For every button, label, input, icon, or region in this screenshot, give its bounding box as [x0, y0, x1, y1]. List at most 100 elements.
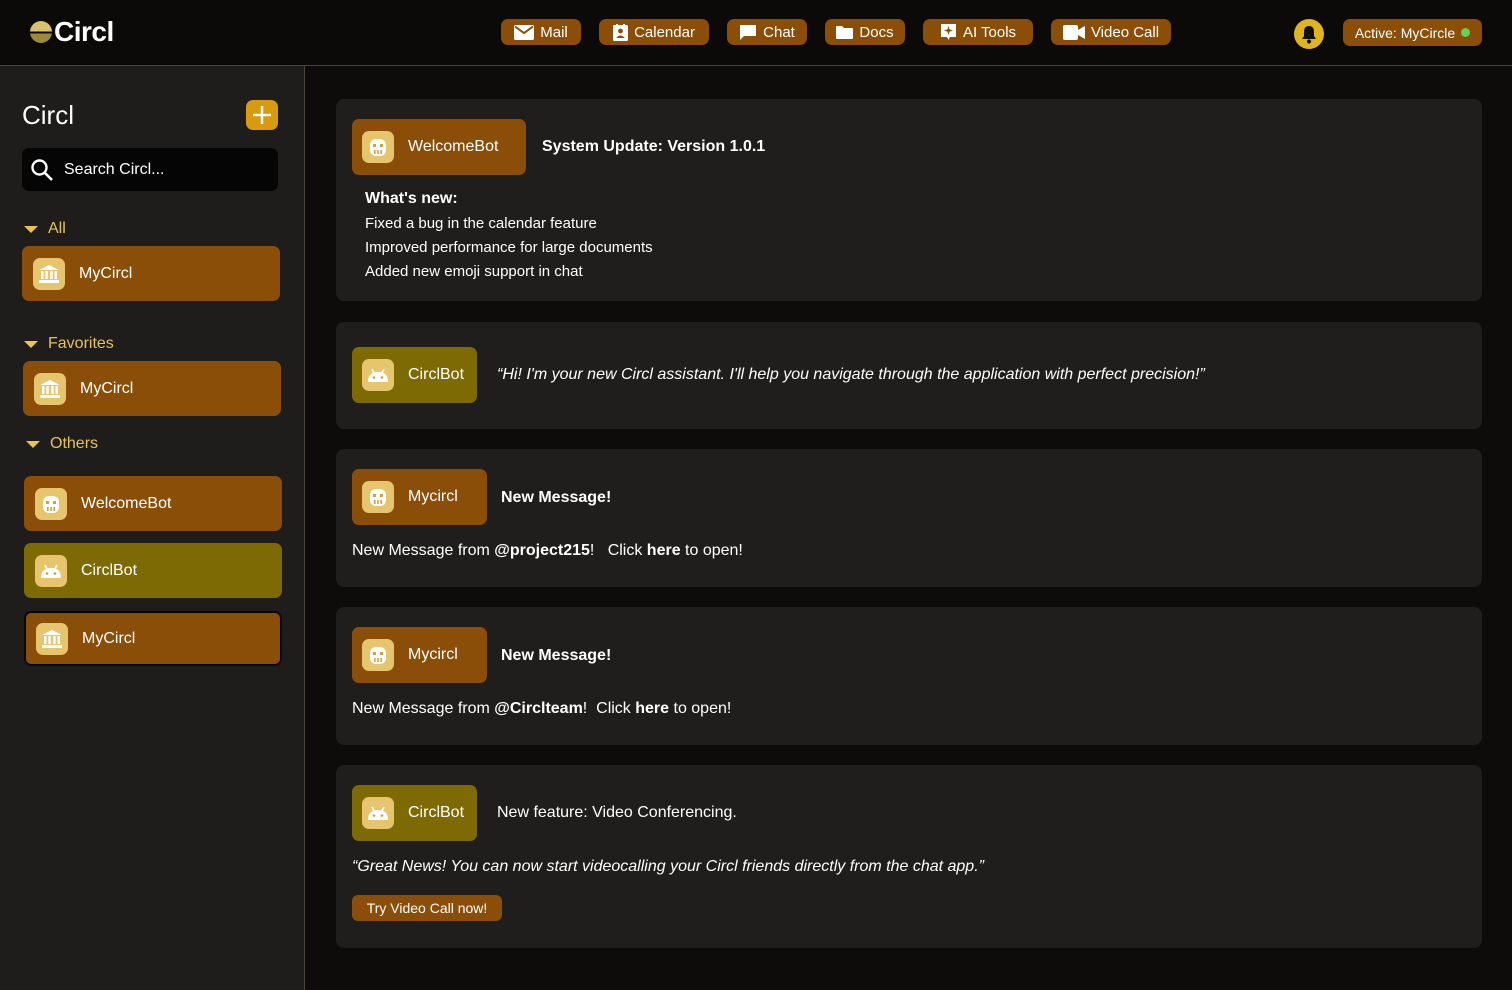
sender-chip-circlbot[interactable]: CirclBot: [352, 347, 477, 403]
folder-icon: [836, 25, 854, 39]
video-icon: [1062, 24, 1085, 40]
search-icon: [31, 158, 53, 181]
nav-calendar-label: Calendar: [634, 23, 695, 41]
sidebar-item-label: MyCircl: [80, 379, 134, 397]
nav-docs-label: Docs: [859, 23, 894, 41]
feed-card-video-feature: CirclBot New feature: Video Conferencing…: [336, 765, 1482, 948]
app-logo[interactable]: Circl: [30, 16, 114, 48]
sidebar: Circl All MyCircl Favorites MyCircl Othe…: [0, 66, 305, 990]
nav-ai-tools-button[interactable]: AI Tools: [923, 19, 1033, 45]
sender-name: CirclBot: [408, 366, 465, 383]
chat-icon: [740, 24, 757, 40]
message-line: New Message from @Circlteam! Click here …: [352, 700, 731, 718]
nav-video-call-label: Video Call: [1090, 23, 1160, 41]
sender-name: Mycircl: [408, 488, 458, 505]
section-favorites-toggle[interactable]: Favorites: [24, 335, 114, 353]
bank-icon: [36, 622, 68, 655]
sidebar-item-label: MyCircl: [82, 629, 136, 647]
message-prefix: New Message from: [352, 542, 495, 559]
active-status-badge[interactable]: Active: MyCircle: [1343, 19, 1482, 46]
robot-face-icon: [362, 131, 394, 163]
sender-name: CirclBot: [408, 804, 465, 821]
caret-down-icon: [26, 440, 40, 448]
top-bar: Circl Mail Calendar Chat Docs AI Tools V…: [0, 0, 1512, 66]
feed-card-new-message-2: Mycircl New Message! New Message from @C…: [336, 607, 1482, 745]
nav-mail-label: Mail: [540, 23, 568, 41]
section-favorites-label: Favorites: [48, 335, 114, 352]
nav-ai-tools-label: AI Tools: [962, 23, 1017, 41]
assistant-quote: “Hi! I'm your new Circl assistant. I'll …: [497, 366, 1205, 383]
search-bar[interactable]: [22, 148, 278, 191]
sidebar-item-label: MyCircl: [79, 264, 133, 282]
update-item: Fixed a bug in the calendar feature: [365, 215, 597, 232]
sidebar-title: Circl: [22, 100, 74, 130]
add-circl-button[interactable]: [246, 100, 278, 130]
sender-chip-welcomebot[interactable]: WelcomeBot: [352, 119, 526, 175]
try-video-call-button[interactable]: Try Video Call now!: [352, 895, 502, 921]
search-input[interactable]: [64, 160, 264, 179]
android-icon: [362, 359, 394, 391]
nav-chat-label: Chat: [763, 23, 795, 41]
nav-video-call-button[interactable]: Video Call: [1051, 19, 1171, 45]
robot-face-icon: [35, 487, 67, 520]
card-title: New feature: Video Conferencing.: [497, 804, 737, 821]
message-suffix: to open!: [669, 700, 732, 717]
logo-text: Circl: [54, 16, 114, 47]
feature-quote: “Great News! You can now start videocall…: [352, 858, 984, 875]
caret-down-icon: [24, 340, 38, 348]
bank-icon: [33, 257, 65, 290]
sender-name: WelcomeBot: [408, 138, 499, 155]
nav-chat-button[interactable]: Chat: [727, 19, 807, 45]
sidebar-item-label: CirclBot: [81, 561, 138, 579]
status-dot-icon: [1461, 28, 1471, 37]
logo-mark-icon: [30, 21, 52, 43]
sender-handle: @Circlteam: [494, 700, 583, 717]
message-mid: ! Click: [589, 542, 647, 559]
sender-chip-mycircl[interactable]: Mycircl: [352, 627, 487, 683]
section-all-toggle[interactable]: All: [24, 220, 66, 238]
feed-card-circlbot-intro: CirclBot “Hi! I'm your new Circl assista…: [336, 322, 1482, 429]
message-mid: ! Click: [582, 700, 636, 717]
open-message-link[interactable]: here: [635, 700, 669, 717]
bank-icon: [34, 372, 66, 405]
update-item: Added new emoji support in chat: [365, 263, 583, 280]
update-item: Improved performance for large documents: [365, 239, 653, 256]
sidebar-item-favorites-mycircl[interactable]: MyCircl: [23, 361, 281, 416]
feed-card-system-update: WelcomeBot System Update: Version 1.0.1 …: [336, 99, 1482, 301]
section-others-label: Others: [50, 435, 99, 452]
card-title: New Message!: [501, 489, 612, 506]
nav-mail-button[interactable]: Mail: [501, 19, 581, 45]
active-status-label: Active: MyCircle: [1354, 24, 1456, 41]
message-prefix: New Message from: [352, 700, 495, 717]
section-others-toggle[interactable]: Others: [26, 435, 98, 453]
message-suffix: to open!: [680, 542, 743, 559]
sidebar-item-others-mycircl[interactable]: MyCircl: [24, 611, 282, 666]
section-all-label: All: [48, 220, 66, 237]
android-icon: [35, 554, 67, 587]
plus-icon: [253, 106, 271, 124]
card-title: System Update: Version 1.0.1: [542, 138, 766, 155]
sender-chip-circlbot[interactable]: CirclBot: [352, 785, 477, 841]
ai-tools-icon: [940, 24, 956, 40]
sidebar-item-welcomebot[interactable]: WelcomeBot: [24, 476, 282, 531]
sidebar-item-all-mycircl[interactable]: MyCircl: [22, 246, 280, 301]
message-line: New Message from @project215! Click here…: [352, 542, 743, 560]
sender-chip-mycircl[interactable]: Mycircl: [352, 469, 487, 525]
sidebar-item-label: WelcomeBot: [81, 494, 172, 512]
nav-calendar-button[interactable]: Calendar: [599, 19, 709, 45]
notifications-button[interactable]: [1294, 19, 1324, 49]
calendar-icon: [613, 23, 629, 41]
whats-new-heading: What's new:: [365, 190, 458, 207]
bell-icon: [1302, 25, 1316, 43]
sender-handle: @project215: [494, 542, 590, 559]
mail-icon: [514, 24, 535, 40]
robot-face-icon: [362, 481, 394, 513]
robot-face-icon: [362, 639, 394, 671]
nav-docs-button[interactable]: Docs: [825, 19, 905, 45]
feed-card-new-message-1: Mycircl New Message! New Message from @p…: [336, 449, 1482, 587]
sidebar-item-circlbot[interactable]: CirclBot: [24, 543, 282, 598]
caret-down-icon: [24, 225, 38, 233]
open-message-link[interactable]: here: [647, 542, 681, 559]
sender-name: Mycircl: [408, 646, 458, 663]
card-title: New Message!: [501, 647, 612, 664]
